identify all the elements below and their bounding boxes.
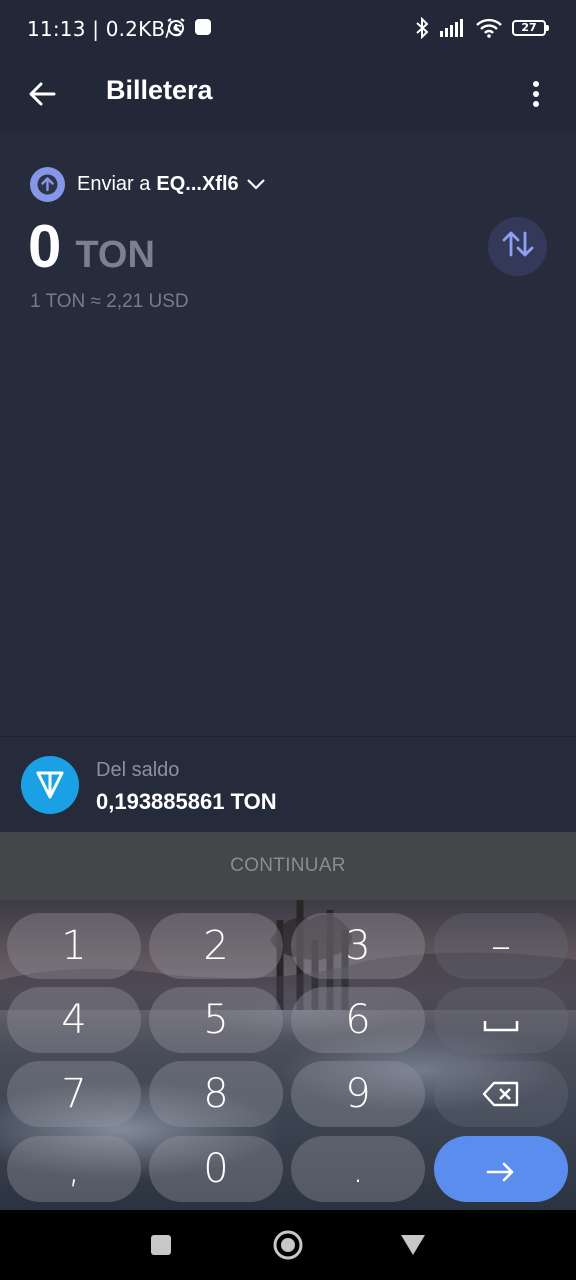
key-comma[interactable]: , — [7, 1136, 141, 1202]
battery-icon: 27 — [512, 20, 549, 36]
amount-input[interactable]: 0 TON — [28, 212, 155, 282]
more-vertical-icon[interactable] — [516, 72, 556, 116]
status-time: 11:13 | 0.2KB/s — [27, 17, 183, 41]
arrow-right-icon — [486, 1146, 516, 1192]
recipient-selector[interactable]: Enviar a EQ...Xfl6 — [30, 166, 265, 202]
key-8[interactable]: 8 — [149, 1061, 283, 1127]
back-arrow-icon[interactable] — [22, 74, 62, 114]
balance-value: 0,193885861 TON — [96, 789, 277, 814]
balance-label: Del saldo — [96, 759, 180, 781]
key-dot[interactable]: . — [291, 1136, 425, 1202]
status-bar: 11:13 | 0.2KB/s 27 — [0, 0, 576, 56]
status-icons: 27 — [414, 14, 549, 42]
key-minus[interactable]: – — [434, 913, 568, 979]
recipient-prefix: Enviar a — [77, 172, 151, 195]
key-1[interactable]: 1 — [7, 913, 141, 979]
key-4[interactable]: 4 — [7, 987, 141, 1053]
amount-currency: TON — [75, 234, 155, 276]
wifi-icon — [476, 18, 502, 38]
notification-square-icon — [194, 18, 212, 41]
key-enter[interactable] — [434, 1136, 568, 1202]
continue-button[interactable]: CONTINUAR — [0, 832, 576, 900]
space-icon — [483, 997, 519, 1043]
key-9[interactable]: 9 — [291, 1061, 425, 1127]
system-nav-bar — [0, 1210, 576, 1280]
key-6[interactable]: 6 — [291, 987, 425, 1053]
key-7[interactable]: 7 — [7, 1061, 141, 1127]
backspace-icon — [482, 1071, 520, 1117]
numeric-keyboard: 1 2 3 – 4 5 6 7 8 9 , 0 . — [0, 900, 576, 1210]
chevron-down-icon — [246, 173, 265, 196]
key-space[interactable] — [434, 987, 568, 1053]
home-circle-icon[interactable] — [271, 1228, 305, 1262]
back-triangle-icon[interactable] — [396, 1228, 430, 1262]
balance-row[interactable]: Del saldo 0,193885861 TON — [0, 736, 576, 832]
key-5[interactable]: 5 — [149, 987, 283, 1053]
key-3[interactable]: 3 — [291, 913, 425, 979]
alarm-icon — [166, 17, 186, 42]
key-backspace[interactable] — [434, 1061, 568, 1127]
swap-arrows-icon — [501, 229, 535, 264]
key-0[interactable]: 0 — [149, 1136, 283, 1202]
key-2[interactable]: 2 — [149, 913, 283, 979]
amount-value: 0 — [28, 213, 62, 280]
recipient-avatar — [30, 166, 65, 202]
recents-square-icon[interactable] — [144, 1228, 178, 1262]
bluetooth-icon — [414, 17, 430, 39]
app-bar: Billetera — [0, 56, 576, 132]
screen: 11:13 | 0.2KB/s 27 Billetera Enviar a EQ… — [0, 0, 576, 1280]
exchange-rate: 1 TON ≈ 2,21 USD — [30, 291, 189, 312]
page-title: Billetera — [106, 75, 213, 105]
swap-currency-button[interactable] — [488, 217, 547, 276]
recipient-address: EQ...Xfl6 — [156, 172, 239, 195]
signal-icon — [440, 19, 466, 37]
ton-logo-icon — [21, 756, 79, 814]
